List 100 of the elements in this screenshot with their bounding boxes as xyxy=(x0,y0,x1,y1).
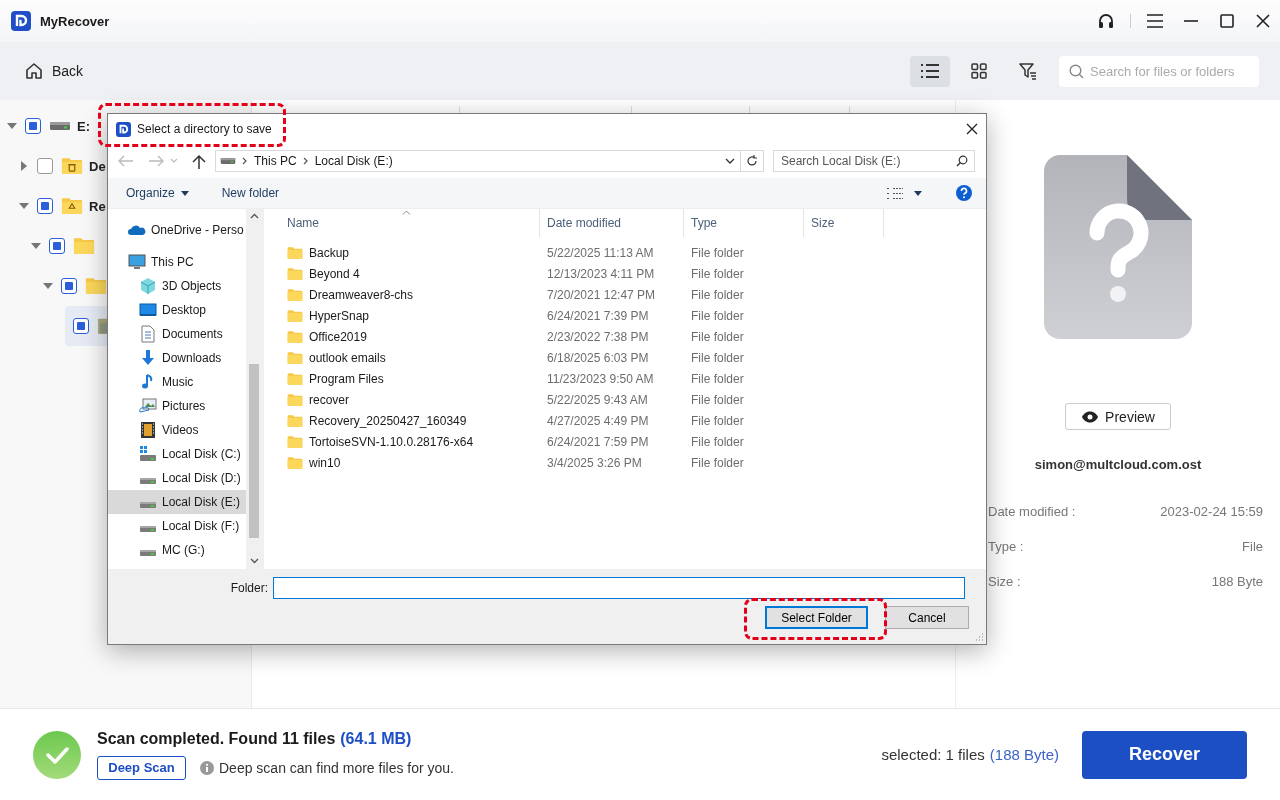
folder-name[interactable]: Beyond 4 xyxy=(309,266,360,281)
dropdown-caret-icon[interactable] xyxy=(914,190,922,196)
date-cell-text: 6/18/2025 6:03 PM xyxy=(546,350,650,365)
date-cell-text: 6/24/2021 7:59 PM xyxy=(546,434,650,449)
folder-name[interactable]: TortoiseSVN-1.10.0.28176-x64 xyxy=(309,434,474,449)
type-cell-text: File folder xyxy=(690,413,745,428)
nav-item[interactable]: Documents xyxy=(108,322,246,346)
app-logo xyxy=(11,11,31,31)
search-field[interactable]: Search Local Disk (E:) xyxy=(773,150,975,172)
nav-item[interactable]: 3D Objects xyxy=(108,274,246,298)
checkbox[interactable] xyxy=(37,158,53,174)
nav-item[interactable]: Desktop xyxy=(108,298,246,322)
view-options-icon[interactable] xyxy=(887,186,903,200)
menu-icon[interactable] xyxy=(1147,14,1163,28)
field-label: Date modified : xyxy=(988,504,1076,519)
chevron-down-icon[interactable] xyxy=(725,158,735,164)
film-icon xyxy=(139,421,157,439)
type-cell-text: File folder xyxy=(690,392,745,407)
column-header[interactable]: Type xyxy=(684,209,804,237)
type-cell-text: File folder xyxy=(690,371,745,386)
home-icon xyxy=(24,61,44,81)
nav-item[interactable]: Local Disk (C:) xyxy=(108,442,246,466)
scan-status: Scan completed. Found 11 files xyxy=(97,729,336,748)
checkbox[interactable] xyxy=(73,318,89,334)
filter-icon[interactable] xyxy=(1019,62,1037,80)
folder-icon xyxy=(287,413,303,428)
document-icon xyxy=(139,325,157,343)
checkbox[interactable] xyxy=(25,118,41,134)
tree-item-label: E: xyxy=(77,118,90,134)
new-folder-button[interactable]: New folder xyxy=(221,186,280,200)
organize-menu[interactable]: Organize xyxy=(126,186,189,200)
address-bar[interactable]: This PC Local Disk (E:) xyxy=(215,150,741,172)
scroll-down-icon[interactable] xyxy=(250,558,259,564)
pictures-icon xyxy=(139,397,157,415)
nav-item[interactable]: OneDrive - Perso xyxy=(108,218,246,242)
drive-icon xyxy=(139,549,157,557)
tree-row[interactable] xyxy=(65,306,107,346)
column-header[interactable]: Date modified xyxy=(540,209,684,237)
folder-icon xyxy=(287,434,303,449)
list-view-button[interactable] xyxy=(910,55,950,87)
folder-name[interactable]: HyperSnap xyxy=(309,308,370,323)
close-icon[interactable] xyxy=(966,123,978,135)
search-field[interactable]: Search for files or folders xyxy=(1059,55,1259,87)
maximize-icon[interactable] xyxy=(1220,14,1234,28)
nav-item[interactable]: Local Disk (D:) xyxy=(108,466,246,490)
column-header[interactable]: Size xyxy=(804,209,884,237)
system-drive-icon xyxy=(139,445,157,463)
deep-scan-button[interactable]: Deep Scan xyxy=(97,755,186,780)
caret-icon xyxy=(180,190,189,196)
nav-item[interactable]: Local Disk (F:) xyxy=(108,514,246,538)
back-button[interactable]: Back xyxy=(24,61,84,81)
folder-icon xyxy=(287,455,303,470)
tree-row[interactable]: E: xyxy=(0,106,90,146)
folder-name[interactable]: Backup xyxy=(309,245,350,260)
folder-icon xyxy=(287,371,303,386)
nav-item[interactable]: This PC xyxy=(108,250,246,274)
deep-scan-hint: Deep scan can find more files for you. xyxy=(219,759,454,776)
dialog-app-icon xyxy=(116,121,131,137)
preview-button[interactable]: Preview xyxy=(1065,403,1171,430)
headset-icon[interactable] xyxy=(1097,12,1115,30)
checkbox[interactable] xyxy=(49,238,65,254)
checkbox[interactable] xyxy=(61,278,77,294)
help-icon[interactable] xyxy=(956,185,972,201)
nav-item[interactable]: Local Disk (E:) xyxy=(108,490,246,514)
scroll-up-icon[interactable] xyxy=(250,213,259,219)
folder-name[interactable]: win10 xyxy=(309,455,341,470)
scrollbar-thumb[interactable] xyxy=(249,364,259,538)
close-icon[interactable] xyxy=(1256,14,1270,28)
field-value: File xyxy=(1242,539,1263,554)
type-cell-text: File folder xyxy=(690,434,745,449)
folder-name[interactable]: outlook emails xyxy=(309,350,386,365)
tree-row[interactable]: De xyxy=(0,146,106,186)
up-arrow-icon[interactable] xyxy=(192,153,206,169)
recover-button[interactable]: Recover xyxy=(1082,730,1247,779)
chevron-right-icon xyxy=(302,157,309,165)
breadcrumb[interactable]: This PC xyxy=(254,154,297,168)
chevron-right-icon xyxy=(242,157,248,165)
select-folder-button[interactable]: Select Folder xyxy=(765,606,868,629)
column-header[interactable]: Name xyxy=(280,209,540,237)
nav-item[interactable]: Downloads xyxy=(108,346,246,370)
checkbox[interactable] xyxy=(37,198,53,214)
tree-row[interactable]: Re xyxy=(0,186,106,226)
trash-folder-icon xyxy=(61,157,83,175)
type-cell-text: File folder xyxy=(690,329,745,344)
resize-grip-icon[interactable] xyxy=(975,633,984,642)
search-input[interactable]: Search for files or folders xyxy=(1090,63,1249,79)
folder-name[interactable]: Recovery_20250427_160349 xyxy=(309,413,467,428)
refresh-icon[interactable] xyxy=(746,155,758,167)
cancel-button[interactable]: Cancel xyxy=(885,606,969,629)
folder-field[interactable] xyxy=(273,577,965,599)
breadcrumb[interactable]: Local Disk (E:) xyxy=(314,154,393,168)
nav-item[interactable]: Pictures xyxy=(108,394,246,418)
nav-item[interactable]: Music xyxy=(108,370,246,394)
folder-name[interactable]: recover xyxy=(309,392,349,407)
nav-item[interactable]: MC (G:) xyxy=(108,538,246,562)
date-cell-text: 5/22/2025 11:13 AM xyxy=(546,245,655,260)
nav-item[interactable]: Videos xyxy=(108,418,246,442)
folder-name[interactable]: Program Files xyxy=(309,371,384,386)
folder-name[interactable]: Office2019 xyxy=(309,329,367,344)
folder-name[interactable]: Dreamweaver8-chs xyxy=(309,287,414,302)
